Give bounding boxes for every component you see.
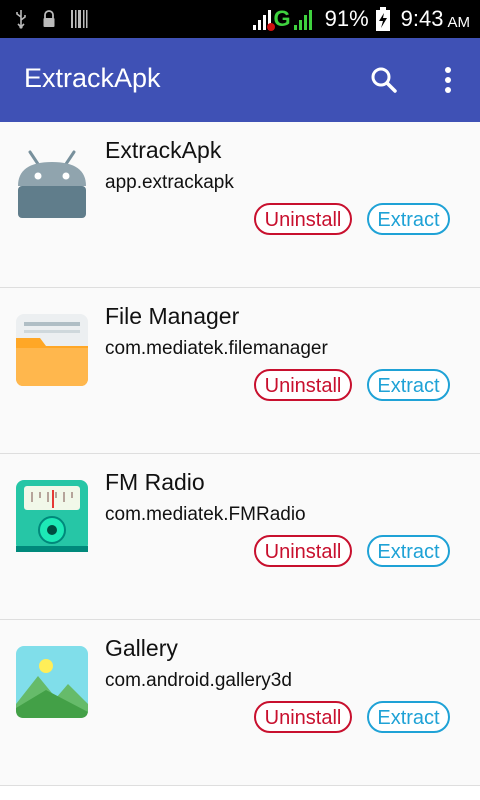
more-vert-icon xyxy=(445,67,451,93)
network-type: G xyxy=(273,6,291,31)
uninstall-button[interactable]: Uninstall xyxy=(254,701,352,733)
android-icon xyxy=(18,150,86,218)
app-title: ExtrackApk xyxy=(24,63,161,93)
extract-button[interactable]: Extract xyxy=(367,203,450,235)
folder-icon xyxy=(16,314,88,386)
status-bar: G 91% 9:43 AM xyxy=(0,0,480,38)
extract-button[interactable]: Extract xyxy=(367,535,450,567)
list-item[interactable]: Gallery com.android.gallery3d Uninstall … xyxy=(0,620,480,786)
app-package: app.extrackapk xyxy=(105,172,234,193)
app-list: ExtrackApk app.extrackapk Uninstall Extr… xyxy=(0,122,480,786)
battery-charging-icon xyxy=(375,7,390,31)
uninstall-button[interactable]: Uninstall xyxy=(254,369,352,401)
app-name: Gallery xyxy=(105,635,178,661)
app-package: com.mediatek.FMRadio xyxy=(105,504,306,525)
app-name: ExtrackApk xyxy=(105,137,222,163)
uninstall-button[interactable]: Uninstall xyxy=(254,203,352,235)
list-item[interactable]: FM Radio com.mediatek.FMRadio Uninstall … xyxy=(0,454,480,620)
app-package: com.mediatek.filemanager xyxy=(105,338,328,359)
list-item[interactable]: File Manager com.mediatek.filemanager Un… xyxy=(0,288,480,454)
signal-icon xyxy=(252,10,275,31)
list-item[interactable]: ExtrackApk app.extrackapk Uninstall Extr… xyxy=(0,122,480,288)
radio-icon xyxy=(16,480,88,552)
clock-ampm: AM xyxy=(447,13,471,31)
lock-icon xyxy=(43,10,55,27)
app-bar: ExtrackApk xyxy=(0,38,480,122)
uninstall-button[interactable]: Uninstall xyxy=(254,535,352,567)
search-icon xyxy=(371,67,397,93)
battery-percentage: 91% xyxy=(324,6,369,31)
gallery-icon xyxy=(16,646,88,718)
search-button[interactable] xyxy=(364,60,404,100)
more-options-button[interactable] xyxy=(428,60,468,100)
app-name: FM Radio xyxy=(105,469,205,495)
barcode-icon xyxy=(71,10,88,28)
clock-time: 9:43 xyxy=(400,6,444,31)
signal-icon xyxy=(293,10,312,30)
extract-button[interactable]: Extract xyxy=(367,701,450,733)
app-package: com.android.gallery3d xyxy=(105,670,292,691)
usb-icon xyxy=(16,10,26,29)
extract-button[interactable]: Extract xyxy=(367,369,450,401)
app-name: File Manager xyxy=(105,303,240,329)
